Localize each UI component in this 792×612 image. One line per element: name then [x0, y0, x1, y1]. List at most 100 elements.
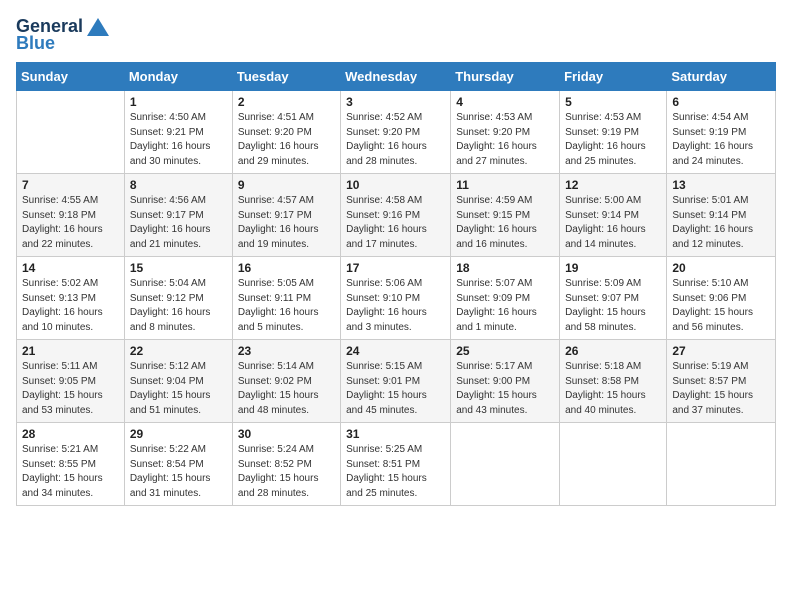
calendar-day-cell: 9Sunrise: 4:57 AM Sunset: 9:17 PM Daylig…: [232, 174, 340, 257]
calendar-day-cell: 18Sunrise: 5:07 AM Sunset: 9:09 PM Dayli…: [451, 257, 560, 340]
calendar-day-cell: 1 Sunrise: 4:50 AM Sunset: 9:21 PM Daylig…: [124, 91, 232, 174]
day-number: 31: [346, 427, 445, 441]
day-number: 26: [565, 344, 661, 358]
day-number: 22: [130, 344, 227, 358]
day-number: 20: [672, 261, 770, 275]
calendar-week-row: 28Sunrise: 5:21 AM Sunset: 8:55 PM Dayli…: [17, 423, 776, 506]
logo-blue-text: Blue: [16, 33, 55, 54]
calendar-day-cell: 22 Sunrise: 5:12 AM Sunset: 9:04 PM Dayli…: [124, 340, 232, 423]
day-info: Sunrise: 5:12 AM Sunset: 9:04 PM Dayligh…: [130, 360, 227, 418]
day-info: Sunrise: 4:54 AM Sunset: 9:19 PM Dayligh…: [672, 111, 770, 169]
calendar-day-cell: 17Sunrise: 5:06 AM Sunset: 9:10 PM Dayli…: [341, 257, 451, 340]
weekday-header-thursday: Thursday: [451, 63, 560, 91]
day-info: Sunrise: 4:59 AM Sunset: 9:15 PM Dayligh…: [456, 194, 554, 252]
calendar-day-cell: 4Sunrise: 4:53 AM Sunset: 9:20 PM Daylig…: [451, 91, 560, 174]
day-number: 10: [346, 178, 445, 192]
day-number: 9: [238, 178, 335, 192]
calendar-day-cell: 29 Sunrise: 5:22 AM Sunset: 8:54 PM Dayli…: [124, 423, 232, 506]
calendar-day-cell: 2 Sunrise: 4:51 AM Sunset: 9:20 PM Daylig…: [232, 91, 340, 174]
calendar-week-row: 14 Sunrise: 5:02 AM Sunset: 9:13 PM Dayli…: [17, 257, 776, 340]
weekday-header-wednesday: Wednesday: [341, 63, 451, 91]
calendar-day-cell: 28Sunrise: 5:21 AM Sunset: 8:55 PM Dayli…: [17, 423, 125, 506]
day-info: Sunrise: 4:56 AM Sunset: 9:17 PM Dayligh…: [130, 194, 227, 252]
day-info: Sunrise: 5:21 AM Sunset: 8:55 PM Dayligh…: [22, 443, 119, 501]
day-number: 25: [456, 344, 554, 358]
day-number: 14: [22, 261, 119, 275]
day-number: 19: [565, 261, 661, 275]
weekday-header-saturday: Saturday: [667, 63, 776, 91]
day-number: 3: [346, 95, 445, 109]
weekday-header-sunday: Sunday: [17, 63, 125, 91]
day-info: Sunrise: 4:51 AM Sunset: 9:20 PM Dayligh…: [238, 111, 335, 169]
calendar-empty-cell: [17, 91, 125, 174]
calendar-day-cell: 26 Sunrise: 5:18 AM Sunset: 8:58 PM Dayli…: [560, 340, 667, 423]
day-number: 27: [672, 344, 770, 358]
day-info: Sunrise: 4:53 AM Sunset: 9:19 PM Dayligh…: [565, 111, 661, 169]
calendar-empty-cell: [560, 423, 667, 506]
day-number: 11: [456, 178, 554, 192]
day-number: 30: [238, 427, 335, 441]
calendar-day-cell: 8 Sunrise: 4:56 AM Sunset: 9:17 PM Daylig…: [124, 174, 232, 257]
day-number: 17: [346, 261, 445, 275]
day-number: 24: [346, 344, 445, 358]
calendar-day-cell: 21 Sunrise: 5:11 AM Sunset: 9:05 PM Dayli…: [17, 340, 125, 423]
day-number: 13: [672, 178, 770, 192]
day-info: Sunrise: 5:17 AM Sunset: 9:00 PM Dayligh…: [456, 360, 554, 418]
calendar-empty-cell: [451, 423, 560, 506]
day-number: 12: [565, 178, 661, 192]
day-info: Sunrise: 5:24 AM Sunset: 8:52 PM Dayligh…: [238, 443, 335, 501]
day-info: Sunrise: 5:00 AM Sunset: 9:14 PM Dayligh…: [565, 194, 661, 252]
day-number: 8: [130, 178, 227, 192]
day-info: Sunrise: 5:02 AM Sunset: 9:13 PM Dayligh…: [22, 277, 119, 335]
calendar-day-cell: 11 Sunrise: 4:59 AM Sunset: 9:15 PM Dayli…: [451, 174, 560, 257]
day-info: Sunrise: 4:52 AM Sunset: 9:20 PM Dayligh…: [346, 111, 445, 169]
day-number: 29: [130, 427, 227, 441]
calendar-day-cell: 24 Sunrise: 5:15 AM Sunset: 9:01 PM Dayli…: [341, 340, 451, 423]
calendar-day-cell: 13 Sunrise: 5:01 AM Sunset: 9:14 PM Dayli…: [667, 174, 776, 257]
weekday-header-row: SundayMondayTuesdayWednesdayThursdayFrid…: [17, 63, 776, 91]
calendar-day-cell: 10Sunrise: 4:58 AM Sunset: 9:16 PM Dayli…: [341, 174, 451, 257]
weekday-header-monday: Monday: [124, 63, 232, 91]
day-info: Sunrise: 5:18 AM Sunset: 8:58 PM Dayligh…: [565, 360, 661, 418]
day-number: 16: [238, 261, 335, 275]
calendar-day-cell: 31 Sunrise: 5:25 AM Sunset: 8:51 PM Dayli…: [341, 423, 451, 506]
calendar-day-cell: 27 Sunrise: 5:19 AM Sunset: 8:57 PM Dayli…: [667, 340, 776, 423]
day-number: 6: [672, 95, 770, 109]
day-info: Sunrise: 5:11 AM Sunset: 9:05 PM Dayligh…: [22, 360, 119, 418]
calendar-day-cell: 14 Sunrise: 5:02 AM Sunset: 9:13 PM Dayli…: [17, 257, 125, 340]
day-info: Sunrise: 5:15 AM Sunset: 9:01 PM Dayligh…: [346, 360, 445, 418]
calendar-day-cell: 15Sunrise: 5:04 AM Sunset: 9:12 PM Dayli…: [124, 257, 232, 340]
day-info: Sunrise: 4:50 AM Sunset: 9:21 PM Dayligh…: [130, 111, 227, 169]
day-info: Sunrise: 5:07 AM Sunset: 9:09 PM Dayligh…: [456, 277, 554, 335]
day-number: 15: [130, 261, 227, 275]
page-header: General Blue: [16, 16, 776, 54]
calendar-week-row: 21 Sunrise: 5:11 AM Sunset: 9:05 PM Dayli…: [17, 340, 776, 423]
day-info: Sunrise: 5:01 AM Sunset: 9:14 PM Dayligh…: [672, 194, 770, 252]
day-number: 7: [22, 178, 119, 192]
day-info: Sunrise: 5:14 AM Sunset: 9:02 PM Dayligh…: [238, 360, 335, 418]
day-info: Sunrise: 5:25 AM Sunset: 8:51 PM Dayligh…: [346, 443, 445, 501]
calendar-day-cell: 19 Sunrise: 5:09 AM Sunset: 9:07 PM Dayli…: [560, 257, 667, 340]
day-info: Sunrise: 5:22 AM Sunset: 8:54 PM Dayligh…: [130, 443, 227, 501]
day-number: 2: [238, 95, 335, 109]
weekday-header-friday: Friday: [560, 63, 667, 91]
calendar-day-cell: 23 Sunrise: 5:14 AM Sunset: 9:02 PM Dayli…: [232, 340, 340, 423]
calendar-day-cell: 20Sunrise: 5:10 AM Sunset: 9:06 PM Dayli…: [667, 257, 776, 340]
weekday-header-tuesday: Tuesday: [232, 63, 340, 91]
day-number: 21: [22, 344, 119, 358]
calendar-table: SundayMondayTuesdayWednesdayThursdayFrid…: [16, 62, 776, 506]
calendar-day-cell: 7 Sunrise: 4:55 AM Sunset: 9:18 PM Daylig…: [17, 174, 125, 257]
calendar-day-cell: 25 Sunrise: 5:17 AM Sunset: 9:00 PM Dayli…: [451, 340, 560, 423]
day-number: 23: [238, 344, 335, 358]
day-info: Sunrise: 4:55 AM Sunset: 9:18 PM Dayligh…: [22, 194, 119, 252]
calendar-week-row: 1 Sunrise: 4:50 AM Sunset: 9:21 PM Daylig…: [17, 91, 776, 174]
day-info: Sunrise: 5:05 AM Sunset: 9:11 PM Dayligh…: [238, 277, 335, 335]
calendar-day-cell: 3 Sunrise: 4:52 AM Sunset: 9:20 PM Daylig…: [341, 91, 451, 174]
day-number: 1: [130, 95, 227, 109]
calendar-day-cell: 6 Sunrise: 4:54 AM Sunset: 9:19 PM Daylig…: [667, 91, 776, 174]
calendar-day-cell: 30 Sunrise: 5:24 AM Sunset: 8:52 PM Dayli…: [232, 423, 340, 506]
day-number: 5: [565, 95, 661, 109]
day-info: Sunrise: 5:09 AM Sunset: 9:07 PM Dayligh…: [565, 277, 661, 335]
day-info: Sunrise: 5:19 AM Sunset: 8:57 PM Dayligh…: [672, 360, 770, 418]
day-number: 4: [456, 95, 554, 109]
